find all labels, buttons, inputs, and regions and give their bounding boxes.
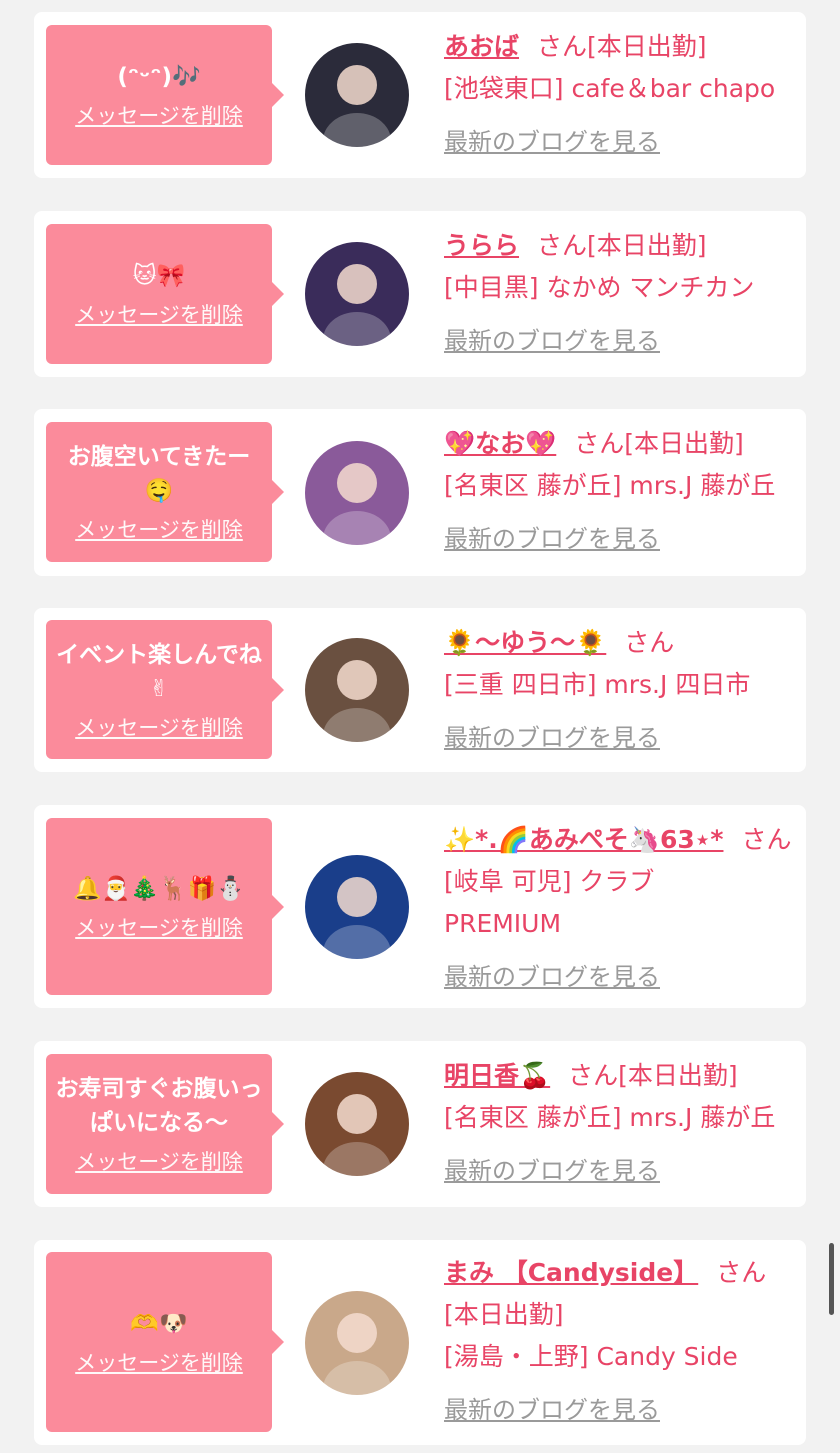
- shop-location: [三重 四日市] mrs.J 四日市: [444, 670, 751, 699]
- cast-info: 明日香🍒 さん[本日出勤] [名東区 藤が丘] mrs.J 藤が丘最新のブログを見る: [444, 1055, 799, 1186]
- latest-blog-link[interactable]: 最新のブログを見る: [444, 718, 660, 753]
- delete-message-link[interactable]: メッセージを削除: [75, 514, 243, 544]
- honorific: さん: [537, 231, 588, 260]
- name-line: うらら さん[本日出勤]: [444, 225, 799, 267]
- shop-location: [岐阜 可児] クラブ: [444, 867, 655, 896]
- message-card: 🫶🐶 メッセージを削除 まみ 【Candyside】 さん [本日出勤] [湯島・上野] …: [34, 1240, 806, 1445]
- message-text: (ᵔᵕᵔ)🎶: [117, 64, 201, 90]
- message-bubble: お腹空いてきたー🤤 メッセージを削除: [46, 422, 284, 562]
- cast-name-link[interactable]: ✨*.🌈あみぺそ🦄63⋆*: [444, 825, 723, 854]
- honorific: さん: [574, 429, 625, 458]
- delete-message-link[interactable]: メッセージを削除: [75, 299, 243, 329]
- message-card: お腹空いてきたー🤤 メッセージを削除 💖なお💖 さん[本日出勤] [名東区 藤が丘] m…: [34, 409, 806, 576]
- avatar[interactable]: [305, 1291, 409, 1395]
- avatar-face: [337, 1313, 377, 1353]
- delete-message-link[interactable]: メッセージを削除: [75, 100, 243, 130]
- cast-name-link[interactable]: 明日香🍒: [444, 1061, 550, 1090]
- name-line: 💖なお💖 さん[本日出勤]: [444, 423, 799, 465]
- honorific: さん: [716, 1258, 767, 1287]
- shop-location-cont: PREMIUM: [444, 909, 562, 938]
- cast-info: 🌻〜ゆう〜🌻 さん [三重 四日市] mrs.J 四日市最新のブログを見る: [444, 622, 799, 753]
- message-bubble: 🐱🎀 メッセージを削除: [46, 224, 284, 364]
- message-card: (ᵔᵕᵔ)🎶 メッセージを削除 あおば さん[本日出勤] [池袋東口] cafe＆bar…: [34, 12, 806, 178]
- latest-blog-link[interactable]: 最新のブログを見る: [444, 1390, 660, 1425]
- cast-info: あおば さん[本日出勤] [池袋東口] cafe＆bar chapo 最新のブログを見…: [444, 26, 799, 157]
- message-text: お腹空いてきたー🤤: [67, 444, 251, 504]
- scrollbar[interactable]: [829, 1243, 834, 1315]
- name-line: あおば さん[本日出勤]: [444, 26, 799, 68]
- status-tag: [本日出勤]: [587, 32, 707, 61]
- delete-message-link[interactable]: メッセージを削除: [75, 712, 243, 742]
- avatar[interactable]: [305, 441, 409, 545]
- message-card: 🐱🎀 メッセージを削除 うらら さん[本日出勤] [中目黒] なかめ マンチカン最新のブ…: [34, 211, 806, 377]
- message-card: イベント楽しんでね✌ メッセージを削除 🌻〜ゆう〜🌻 さん [三重 四日市] mrs.J…: [34, 608, 806, 772]
- name-line: まみ 【Candyside】 さん: [444, 1252, 799, 1294]
- message-text: イベント楽しんでね✌: [56, 641, 262, 702]
- message-bubble: 🫶🐶 メッセージを削除: [46, 1252, 284, 1432]
- honorific: さん: [624, 628, 675, 657]
- cast-info: 💖なお💖 さん[本日出勤] [名東区 藤が丘] mrs.J 藤が丘最新のブログを見る: [444, 423, 799, 554]
- name-line: 🌻〜ゆう〜🌻 さん: [444, 622, 799, 664]
- shop-location: [中目黒] なかめ マンチカン: [444, 273, 755, 302]
- message-card: お寿司すぐお腹いっぱいになる〜メッセージを削除 明日香🍒 さん[本日出勤] [名東区 …: [34, 1041, 806, 1207]
- honorific: さん: [568, 1061, 619, 1090]
- cast-name-link[interactable]: 🌻〜ゆう〜🌻: [444, 628, 606, 657]
- avatar[interactable]: [305, 855, 409, 959]
- shop-location: [名東区 藤が丘] mrs.J 藤が丘: [444, 1103, 776, 1132]
- status-tag: [本日出勤]: [624, 429, 744, 458]
- message-text: お寿司すぐお腹いっぱいになる〜: [55, 1076, 263, 1136]
- latest-blog-link[interactable]: 最新のブログを見る: [444, 122, 660, 157]
- avatar[interactable]: [305, 242, 409, 346]
- cast-info: ✨*.🌈あみぺそ🦄63⋆* さん [岐阜 可児] クラブ PREMIUM 最新のブログを…: [444, 819, 799, 992]
- cast-name-link[interactable]: うらら: [444, 231, 519, 260]
- message-text: 🐱🎀: [132, 263, 186, 289]
- message-bubble: 🔔🎅🎄🦌🎁⛄ メッセージを削除: [46, 818, 284, 995]
- cast-info: まみ 【Candyside】 さん [本日出勤] [湯島・上野] Candy Side…: [444, 1252, 799, 1425]
- message-bubble: (ᵔᵕᵔ)🎶 メッセージを削除: [46, 25, 284, 165]
- latest-blog-link[interactable]: 最新のブログを見る: [444, 1151, 660, 1186]
- avatar-face: [337, 877, 377, 917]
- shop-location: [池袋東口] cafe＆bar chapo: [444, 74, 776, 103]
- avatar-face: [337, 660, 377, 700]
- avatar[interactable]: [305, 1072, 409, 1176]
- avatar-face: [337, 264, 377, 304]
- message-text: 🔔🎅🎄🦌🎁⛄: [73, 875, 245, 902]
- delete-message-link[interactable]: メッセージを削除: [75, 1347, 243, 1377]
- cast-info: うらら さん[本日出勤] [中目黒] なかめ マンチカン最新のブログを見る: [444, 225, 799, 356]
- honorific: さん: [537, 32, 588, 61]
- delete-message-link[interactable]: メッセージを削除: [75, 1146, 243, 1176]
- status-tag: [本日出勤]: [444, 1300, 564, 1329]
- avatar-face: [337, 463, 377, 503]
- status-tag: [本日出勤]: [618, 1061, 738, 1090]
- avatar-face: [337, 65, 377, 105]
- latest-blog-link[interactable]: 最新のブログを見る: [444, 519, 660, 554]
- avatar[interactable]: [305, 638, 409, 742]
- shop-location: [湯島・上野] Candy Side: [444, 1342, 738, 1371]
- shop-location: [名東区 藤が丘] mrs.J 藤が丘: [444, 471, 776, 500]
- cast-name-link[interactable]: 💖なお💖: [444, 429, 556, 458]
- delete-message-link[interactable]: メッセージを削除: [75, 912, 243, 942]
- name-line: ✨*.🌈あみぺそ🦄63⋆* さん: [444, 819, 799, 861]
- message-card: 🔔🎅🎄🦌🎁⛄ メッセージを削除 ✨*.🌈あみぺそ🦄63⋆* さん [岐阜 可児] クラブ…: [34, 805, 806, 1008]
- name-line: 明日香🍒 さん[本日出勤]: [444, 1055, 799, 1097]
- cast-name-link[interactable]: あおば: [444, 32, 519, 61]
- latest-blog-link[interactable]: 最新のブログを見る: [444, 957, 660, 992]
- status-tag: [本日出勤]: [587, 231, 707, 260]
- latest-blog-link[interactable]: 最新のブログを見る: [444, 321, 660, 356]
- message-bubble: イベント楽しんでね✌ メッセージを削除: [46, 620, 284, 759]
- avatar[interactable]: [305, 43, 409, 147]
- honorific: さん: [741, 825, 792, 854]
- message-text: 🫶🐶: [130, 1311, 188, 1337]
- avatar-face: [337, 1094, 377, 1134]
- cast-name-link[interactable]: まみ 【Candyside】: [444, 1258, 698, 1287]
- message-bubble: お寿司すぐお腹いっぱいになる〜メッセージを削除: [46, 1054, 284, 1194]
